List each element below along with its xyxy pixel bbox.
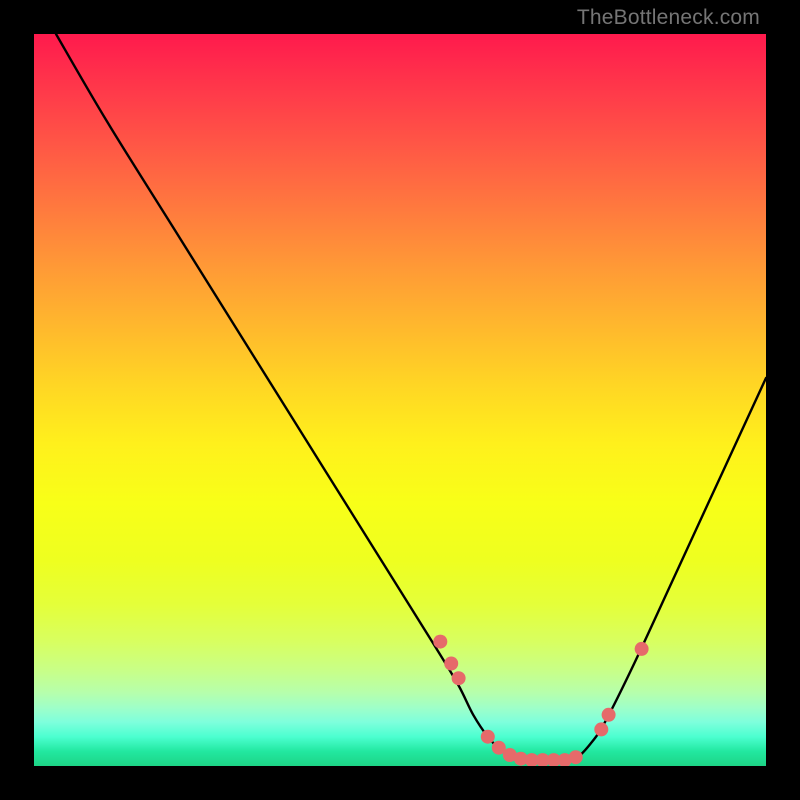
plot-area (34, 34, 766, 766)
bottleneck-curve (56, 34, 766, 763)
chart-frame: TheBottleneck.com (0, 0, 800, 800)
marker-dot (569, 750, 583, 764)
curve-svg (34, 34, 766, 766)
marker-dot (481, 730, 495, 744)
marker-dot (444, 657, 458, 671)
marker-dot (452, 671, 466, 685)
marker-dot (594, 722, 608, 736)
marker-dot (602, 708, 616, 722)
attribution-text: TheBottleneck.com (577, 6, 760, 30)
marker-dot (433, 635, 447, 649)
marker-dot (635, 642, 649, 656)
